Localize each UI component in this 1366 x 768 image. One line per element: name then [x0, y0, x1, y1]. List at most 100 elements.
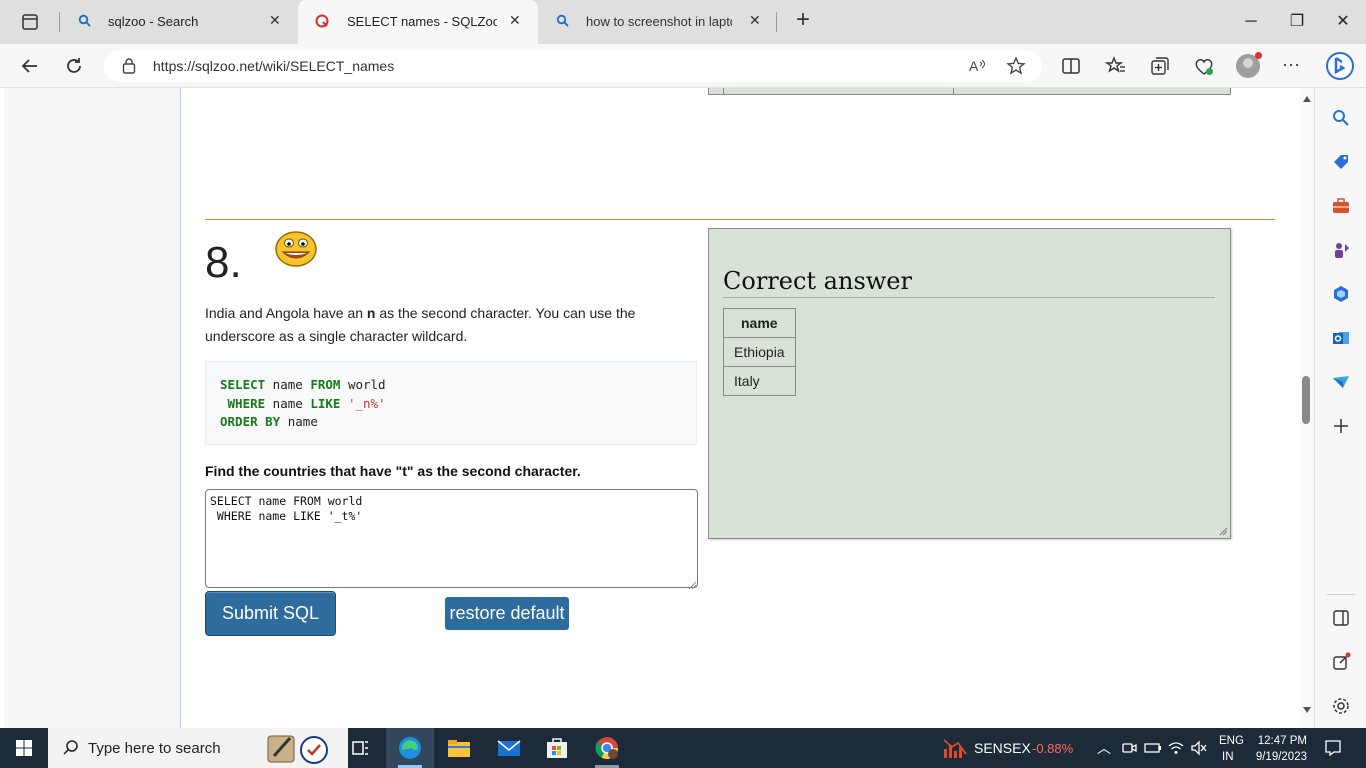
read-aloud-icon[interactable]: A [968, 56, 988, 76]
url-text: https://sqlzoo.net/wiki/SELECT_names [153, 58, 395, 74]
battery-icon[interactable] [1144, 740, 1162, 756]
close-window-button[interactable]: ✕ [1328, 10, 1358, 34]
resize-grip-icon[interactable] [687, 577, 697, 590]
table-row: Italy [723, 366, 796, 396]
address-bar[interactable]: https://sqlzoo.net/wiki/SELECT_names A [104, 50, 1042, 82]
scroll-down-icon[interactable] [1303, 707, 1311, 713]
back-arrow-icon [21, 59, 37, 73]
region-code: IN [1222, 751, 1234, 763]
file-explorer-icon[interactable] [446, 735, 472, 761]
table-row: Ethiopia [723, 337, 796, 367]
sidebar-toggle-icon[interactable] [1331, 608, 1351, 628]
chevron-up-icon[interactable]: ︿ [1097, 738, 1111, 758]
example-sql-block: SELECT name FROM world WHERE name LIKE '… [205, 361, 697, 445]
taskbar-search-placeholder: Type here to search [88, 740, 221, 757]
table-divider [723, 88, 724, 94]
sql-text: name [280, 414, 318, 429]
tab-select-names[interactable]: SELECT names - SQLZoo ✕ [298, 0, 538, 44]
notification-dot [1255, 52, 1262, 59]
sql-keyword: WHERE [220, 395, 266, 411]
close-icon[interactable]: ✕ [749, 12, 761, 29]
restore-window-button[interactable]: ❐ [1282, 10, 1312, 34]
wifi-icon[interactable] [1168, 740, 1184, 756]
sql-keyword: LIKE [310, 395, 341, 411]
stock-chart-icon[interactable] [942, 737, 968, 759]
tab-screenshot-search[interactable]: how to screenshot in lapto ✕ [540, 0, 776, 44]
scroll-up-icon[interactable] [1303, 96, 1311, 102]
windows-start-icon[interactable] [16, 740, 32, 756]
search-icon [78, 14, 91, 27]
meet-now-icon[interactable] [1121, 740, 1137, 756]
bing-copilot-icon[interactable] [1325, 51, 1355, 81]
favorite-star-icon[interactable] [1006, 56, 1026, 76]
search-icon[interactable] [1331, 108, 1351, 128]
tab-actions-icon[interactable] [14, 12, 46, 32]
add-icon[interactable] [1331, 416, 1351, 436]
table-cell: Ethiopia [723, 337, 796, 367]
minimize-button[interactable]: ─ [1236, 10, 1266, 34]
tools-icon[interactable] [1331, 196, 1351, 216]
avatar-head [1243, 58, 1253, 68]
refresh-button[interactable] [61, 53, 87, 79]
table-header-row: name [723, 308, 796, 338]
more-options-icon[interactable]: ··· [1282, 54, 1300, 75]
outlook-icon[interactable] [1331, 328, 1351, 348]
close-icon[interactable]: ✕ [269, 12, 281, 29]
sql-editor[interactable]: SELECT name FROM world WHERE name LIKE '… [205, 489, 698, 588]
settings-gear-icon[interactable] [1331, 696, 1351, 716]
time: 12:47 PM [1257, 735, 1307, 747]
language-indicator[interactable]: ENG IN [1219, 733, 1244, 765]
language-code: ENG [1219, 735, 1244, 747]
microsoft-365-icon[interactable] [1331, 284, 1351, 304]
edge-sidebar [1314, 88, 1366, 728]
lock-icon[interactable] [122, 57, 136, 75]
submit-sql-button[interactable]: Submit SQL [205, 591, 336, 636]
collections-icon[interactable] [1149, 55, 1171, 77]
question-number: 8. [205, 238, 242, 287]
search-icon [63, 740, 78, 755]
send-icon[interactable] [1331, 372, 1351, 392]
previous-answer-box [708, 88, 1231, 95]
back-button[interactable] [17, 53, 43, 79]
restore-default-button[interactable]: restore default [445, 597, 569, 630]
taskbar-search-box[interactable]: Type here to search [48, 728, 348, 768]
ticker-name: SENSEX [974, 740, 1031, 756]
windows-taskbar: Type here to search SENSEX -0.88% ︿ ENG … [0, 728, 1366, 768]
sql-keyword: FROM [310, 377, 341, 392]
task-view-icon[interactable] [347, 735, 373, 761]
browser-essentials-icon[interactable] [1193, 55, 1215, 77]
tab-sqlzoo-search[interactable]: sqlzoo - Search ✕ [62, 0, 296, 44]
resize-grip-icon[interactable] [1218, 526, 1228, 536]
navigation-bar: https://sqlzoo.net/wiki/SELECT_names A ·… [0, 44, 1366, 88]
ticker-value: -0.88% [1032, 741, 1074, 756]
split-screen-icon[interactable] [1060, 55, 1082, 77]
favorites-icon[interactable] [1105, 55, 1127, 77]
sql-text: name [265, 377, 311, 392]
sql-text: world [340, 377, 386, 392]
chrome-icon[interactable] [594, 735, 620, 761]
mail-icon[interactable] [496, 735, 522, 761]
page-scrollbar[interactable] [1300, 88, 1314, 728]
sql-string: '_n%' [340, 395, 386, 411]
tab-separator [59, 12, 60, 32]
external-link-icon[interactable] [1331, 652, 1351, 672]
games-icon[interactable] [1331, 240, 1351, 260]
shopping-tag-icon[interactable] [1331, 152, 1351, 172]
profile-avatar[interactable] [1236, 52, 1262, 78]
edge-browser-icon[interactable] [397, 735, 423, 761]
question-description: India and Angola have an n as the second… [205, 302, 675, 348]
task-instruction: Find the countries that have "t" as the … [205, 463, 581, 479]
column-header: name [723, 308, 796, 338]
new-tab-button[interactable]: + [790, 8, 816, 34]
refresh-icon [67, 58, 81, 73]
volume-muted-icon[interactable] [1190, 740, 1208, 756]
tab-separator [776, 12, 777, 32]
microsoft-store-icon[interactable] [544, 735, 570, 761]
correct-answer-panel: Correct answer name Ethiopia Italy [708, 228, 1231, 539]
close-icon[interactable]: ✕ [509, 12, 521, 29]
tab-title: SELECT names - SQLZoo [347, 14, 497, 29]
table-cell: Italy [723, 366, 796, 396]
notifications-icon[interactable] [1324, 739, 1342, 757]
clock[interactable]: 12:47 PM 9/19/2023 [1251, 733, 1307, 765]
scrollbar-thumb[interactable] [1302, 376, 1310, 424]
